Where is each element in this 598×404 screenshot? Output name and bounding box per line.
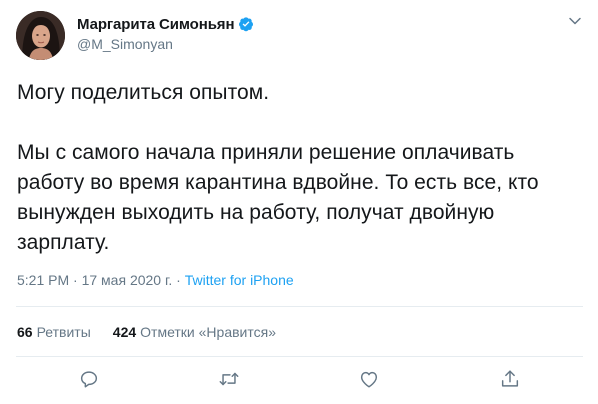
likes-count: 424 <box>112 324 137 340</box>
author-name-row: Маргарита Симоньян <box>77 15 254 33</box>
tweet-paragraph: Мы с самого начала приняли решение оплач… <box>17 141 539 254</box>
retweet-button[interactable] <box>218 368 240 390</box>
reply-icon <box>80 371 98 388</box>
tweet-stats: 66 Ретвиты 424 Отметки «Нравится» <box>17 324 276 340</box>
chevron-down-icon[interactable] <box>568 14 582 28</box>
like-icon <box>360 371 378 388</box>
profile-photo-icon <box>16 11 65 60</box>
verified-badge-icon <box>238 16 254 32</box>
retweets-stat[interactable]: 66 Ретвиты <box>17 324 91 340</box>
avatar[interactable] <box>16 11 65 60</box>
author-display-name[interactable]: Маргарита Симоньян <box>77 16 235 33</box>
retweets-label: Ретвиты <box>36 324 91 340</box>
tweet-meta: 5:21 PM · 17 мая 2020 г. · Twitter for i… <box>17 272 294 288</box>
retweet-icon <box>219 372 239 386</box>
tweet-paragraph: Могу поделиться опытом. <box>17 81 270 104</box>
meta-separator: · <box>69 272 82 288</box>
tweet-time[interactable]: 5:21 PM <box>17 272 69 288</box>
tweet-card: Маргарита Симоньян @M_Simonyan Могу поде… <box>0 0 598 404</box>
tweet-source-link[interactable]: Twitter for iPhone <box>185 272 294 288</box>
divider <box>16 306 583 307</box>
tweet-text: Могу поделиться опытом. Мы с самого нача… <box>17 78 582 258</box>
retweets-count: 66 <box>17 324 33 340</box>
share-icon <box>501 370 519 387</box>
likes-stat[interactable]: 424 Отметки «Нравится» <box>113 324 276 340</box>
like-button[interactable] <box>358 368 380 390</box>
tweet-date[interactable]: 17 мая 2020 г. <box>82 272 173 288</box>
reply-button[interactable] <box>78 368 100 390</box>
share-button[interactable] <box>499 368 521 390</box>
meta-separator: · <box>172 272 185 288</box>
author-handle[interactable]: @M_Simonyan <box>77 36 173 52</box>
likes-label: Отметки «Нравится» <box>140 324 276 340</box>
divider <box>16 356 583 357</box>
